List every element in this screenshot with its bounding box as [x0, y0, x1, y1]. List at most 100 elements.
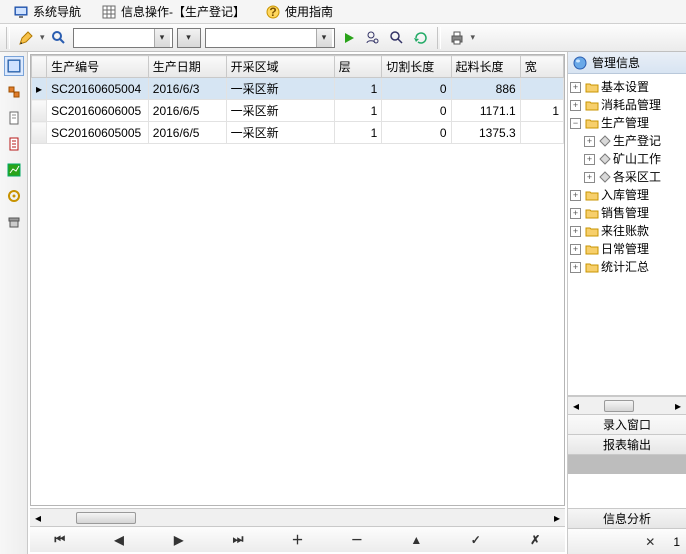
- grid-horizontal-scrollbar[interactable]: ◂ ▸: [30, 508, 565, 526]
- svg-text:?: ?: [269, 5, 276, 19]
- tab-system-nav[interactable]: 系统导航: [4, 1, 90, 23]
- cell[interactable]: 1375.3: [451, 122, 520, 144]
- run-button[interactable]: [339, 28, 359, 48]
- col-header[interactable]: 开采区域: [226, 56, 334, 78]
- filter-combo-2[interactable]: ▾: [177, 28, 201, 48]
- cell[interactable]: 2016/6/5: [148, 122, 226, 144]
- gear-icon: [7, 189, 21, 203]
- cell[interactable]: SC20160605005: [47, 122, 149, 144]
- tree-sales[interactable]: +销售管理: [570, 204, 686, 222]
- nav-delete-button[interactable]: －: [342, 531, 372, 548]
- filter-combo-1-input[interactable]: [74, 29, 154, 47]
- col-header[interactable]: 起料长度: [451, 56, 520, 78]
- cell[interactable]: 0: [382, 122, 451, 144]
- nav-edit-button[interactable]: ▲: [401, 533, 431, 547]
- rail-view-grid[interactable]: [4, 56, 24, 76]
- nav-tree[interactable]: +基本设置+消耗品管理−生产管理+生产登记+矿山工作+各采区工+入库管理+销售管…: [568, 74, 686, 396]
- toolbar-separator: [437, 27, 441, 49]
- search-doc-icon: [389, 30, 405, 46]
- tree-area-work[interactable]: +各采区工: [584, 168, 686, 186]
- chevron-down-icon[interactable]: ▾: [154, 29, 170, 47]
- cell[interactable]: 886: [451, 78, 520, 100]
- cell[interactable]: [520, 122, 563, 144]
- cell[interactable]: 一采区新: [226, 122, 334, 144]
- nav-cancel-button[interactable]: ✗: [520, 533, 550, 547]
- rail-report-icon[interactable]: [4, 134, 24, 154]
- table-row[interactable]: SC201606060052016/6/5一采区新101171.11: [32, 100, 564, 122]
- tree-stats[interactable]: +统计汇总: [570, 258, 686, 276]
- chevron-down-icon[interactable]: ▾: [178, 29, 200, 47]
- dropdown-caret-icon[interactable]: ▾: [40, 32, 45, 43]
- table-row[interactable]: SC201606050052016/6/5一采区新101375.3: [32, 122, 564, 144]
- section-entry-window[interactable]: 录入窗口: [568, 414, 686, 434]
- nav-confirm-button[interactable]: ✓: [461, 533, 491, 547]
- print-button[interactable]: [447, 28, 467, 48]
- scroll-thumb[interactable]: [76, 512, 136, 524]
- rail-link-icon[interactable]: [4, 82, 24, 102]
- col-header[interactable]: 层: [334, 56, 382, 78]
- nav-first-button[interactable]: ⏮: [45, 532, 75, 547]
- data-grid[interactable]: 生产编号 生产日期 开采区域 层 切割长度 起料长度 宽 ▸SC20160605…: [30, 54, 565, 506]
- footer-close-icon[interactable]: ✕: [645, 535, 655, 549]
- tab-guide[interactable]: ? 使用指南: [256, 1, 342, 23]
- find-button[interactable]: [387, 28, 407, 48]
- scroll-right-icon[interactable]: ▸: [549, 510, 565, 526]
- cell[interactable]: SC20160605004: [47, 78, 149, 100]
- cell[interactable]: [520, 78, 563, 100]
- edit-button[interactable]: [16, 28, 36, 48]
- scroll-left-icon[interactable]: ◂: [568, 399, 584, 413]
- tree-horizontal-scrollbar[interactable]: ◂ ▸: [568, 396, 686, 414]
- col-header[interactable]: 切割长度: [382, 56, 451, 78]
- col-header[interactable]: 宽: [520, 56, 563, 78]
- filter-combo-3-input[interactable]: [206, 29, 316, 47]
- refresh-icon: [413, 30, 429, 46]
- tree-accounts[interactable]: +来往账款: [570, 222, 686, 240]
- refresh-button[interactable]: [411, 28, 431, 48]
- scroll-thumb[interactable]: [604, 400, 634, 412]
- cell[interactable]: 1: [334, 100, 382, 122]
- cell[interactable]: 0: [382, 100, 451, 122]
- footer-page-number: 1: [673, 535, 680, 549]
- rail-doc-icon[interactable]: [4, 108, 24, 128]
- table-row[interactable]: ▸SC201606050042016/6/3一采区新10886: [32, 78, 564, 100]
- scroll-left-icon[interactable]: ◂: [30, 510, 46, 526]
- cell[interactable]: 2016/6/5: [148, 100, 226, 122]
- nav-last-button[interactable]: ⏭: [223, 532, 253, 547]
- dropdown-caret-icon[interactable]: ▾: [471, 32, 476, 43]
- nav-next-button[interactable]: ▶: [164, 533, 194, 547]
- play-icon: [342, 31, 356, 45]
- cell[interactable]: 一采区新: [226, 100, 334, 122]
- chevron-down-icon[interactable]: ▾: [316, 29, 332, 47]
- cell[interactable]: 1: [520, 100, 563, 122]
- tree-daily[interactable]: +日常管理: [570, 240, 686, 258]
- cell[interactable]: 1: [334, 122, 382, 144]
- scroll-right-icon[interactable]: ▸: [670, 399, 686, 413]
- zoom-button[interactable]: [49, 28, 69, 48]
- cell[interactable]: 0: [382, 78, 451, 100]
- col-header[interactable]: 生产编号: [47, 56, 149, 78]
- cell[interactable]: 一采区新: [226, 78, 334, 100]
- cell[interactable]: SC20160606005: [47, 100, 149, 122]
- rail-tools-icon[interactable]: [4, 186, 24, 206]
- rail-chart-icon[interactable]: [4, 160, 24, 180]
- tree-prod-reg[interactable]: +生产登记: [584, 132, 686, 150]
- cell[interactable]: 1: [334, 78, 382, 100]
- tree-consumable[interactable]: +消耗品管理: [570, 96, 686, 114]
- cell[interactable]: 1171.1: [451, 100, 520, 122]
- nav-add-button[interactable]: ＋: [282, 531, 312, 548]
- table-icon: [7, 59, 21, 73]
- section-info-analysis[interactable]: 信息分析: [568, 508, 686, 528]
- section-report-output[interactable]: 报表输出: [568, 434, 686, 454]
- cell[interactable]: 2016/6/3: [148, 78, 226, 100]
- col-header[interactable]: 生产日期: [148, 56, 226, 78]
- filter-combo-3[interactable]: ▾: [205, 28, 335, 48]
- tree-inbound[interactable]: +入库管理: [570, 186, 686, 204]
- rail-archive-icon[interactable]: [4, 212, 24, 232]
- tree-mine-work[interactable]: +矿山工作: [584, 150, 686, 168]
- tree-production[interactable]: −生产管理: [570, 114, 686, 132]
- tree-basic[interactable]: +基本设置: [570, 78, 686, 96]
- filter-combo-1[interactable]: ▾: [73, 28, 173, 48]
- tab-info-operation[interactable]: 信息操作-【生产登记】: [92, 1, 254, 23]
- nav-prev-button[interactable]: ◀: [104, 533, 134, 547]
- find-user-button[interactable]: [363, 28, 383, 48]
